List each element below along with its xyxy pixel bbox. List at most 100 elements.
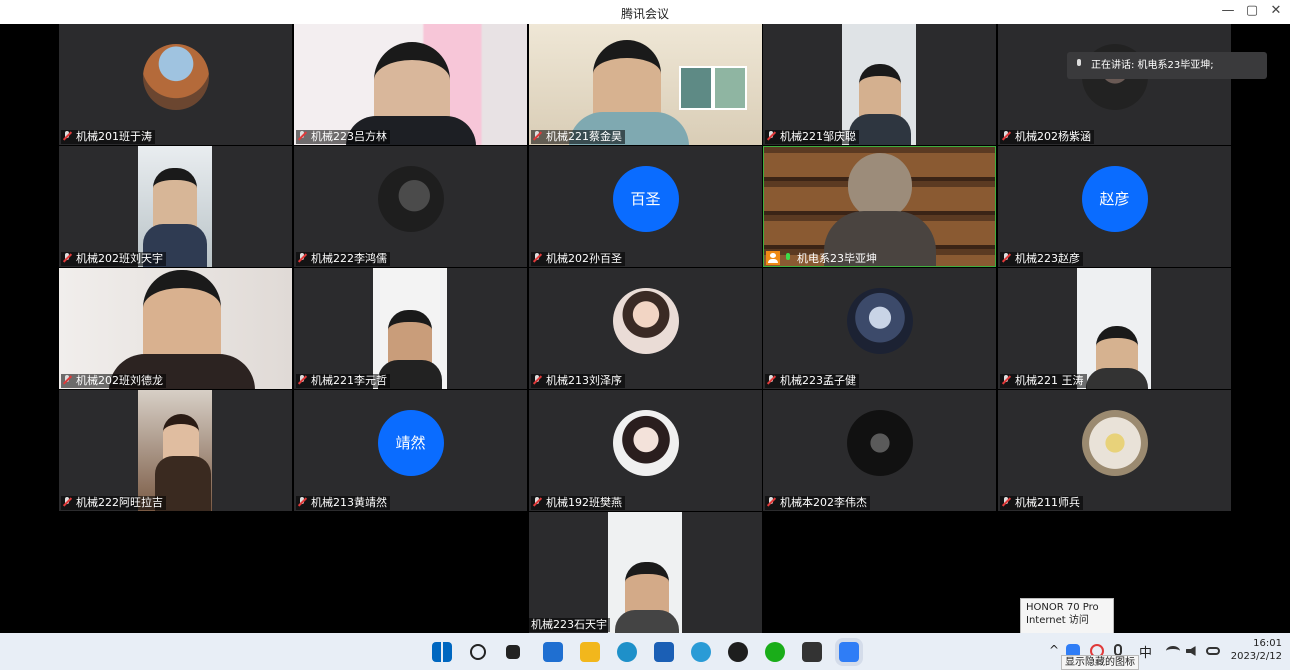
participant-tile[interactable]: 机械223吕方林	[294, 24, 527, 145]
participant-tile[interactable]: 机械202班刘天宇	[59, 146, 292, 267]
participant-avatar: 靖然	[377, 409, 444, 476]
participant-tile[interactable]: 赵彦 机械223赵彦	[998, 146, 1231, 267]
file-explorer-icon[interactable]	[580, 642, 600, 662]
participant-name: 机械202杨紫涵	[1000, 130, 1094, 144]
participant-tile-active-speaker[interactable]: 机电系23毕亚坤	[763, 146, 996, 267]
title-bar: 腾讯会议 — ▢ ✕	[0, 0, 1290, 24]
participant-tile[interactable]: 机械192班樊燕	[529, 390, 762, 511]
participant-tile[interactable]: 机械222阿旺拉吉	[59, 390, 292, 511]
app-icon[interactable]	[802, 642, 822, 662]
participant-avatar: 百圣	[612, 165, 679, 232]
participant-name: 机械202孙百圣	[531, 252, 625, 266]
clock-date: 2023/2/12	[1230, 651, 1282, 662]
network-status: Internet 访问	[1026, 615, 1089, 626]
participant-avatar	[612, 287, 679, 354]
participant-name: 机械202班刘天宇	[61, 252, 166, 266]
wall-picture	[679, 66, 713, 110]
mic-muted-icon	[63, 497, 71, 507]
mic-muted-icon	[298, 131, 306, 141]
video-grid: 机械201班于涛 机械223吕方林 机械221蔡金昊 机械221邹庆聪 机械20…	[0, 24, 1290, 633]
ime-indicator[interactable]: 中	[1139, 642, 1152, 661]
person-head	[848, 153, 912, 219]
search-icon[interactable]	[470, 644, 486, 660]
mic-on-icon	[784, 253, 792, 263]
participant-name: 机械本202李伟杰	[765, 496, 870, 510]
participant-name: 机械223石天宇	[529, 618, 610, 632]
participant-name: 机械222李鸿儒	[296, 252, 390, 266]
speaking-text: 正在讲话: 机电系23毕亚坤;	[1091, 60, 1214, 71]
participant-name: 机械213刘泽序	[531, 374, 625, 388]
participant-name: 机械223吕方林	[296, 130, 390, 144]
tray-tooltip: 显示隐藏的图标	[1061, 655, 1139, 670]
participant-name: 机械223赵彦	[1000, 252, 1083, 266]
browser-icon[interactable]	[691, 642, 711, 662]
volume-icon[interactable]	[1186, 646, 1196, 656]
participant-name: 机械223孟子健	[765, 374, 859, 388]
participant-avatar	[142, 43, 209, 110]
participant-avatar	[377, 165, 444, 232]
tencent-meeting-icon[interactable]	[839, 642, 859, 662]
participant-tile[interactable]: 机械222李鸿儒	[294, 146, 527, 267]
participant-tile[interactable]: 机械221邹庆聪	[763, 24, 996, 145]
mic-muted-icon	[1002, 131, 1010, 141]
battery-icon[interactable]	[1206, 647, 1220, 655]
mic-muted-icon	[533, 497, 541, 507]
close-button[interactable]: ✕	[1266, 3, 1286, 18]
mic-muted-icon	[1002, 253, 1010, 263]
participant-tile[interactable]: 机械202班刘德龙	[59, 268, 292, 389]
participant-name: 机械222阿旺拉吉	[61, 496, 166, 510]
task-view-icon[interactable]	[506, 645, 520, 659]
edge-icon[interactable]	[617, 642, 637, 662]
network-name: HONOR 70 Pro	[1026, 602, 1099, 613]
speaking-indicator: 正在讲话: 机电系23毕亚坤;	[1067, 52, 1267, 79]
participant-tile[interactable]: 机械201班于涛	[59, 24, 292, 145]
clock-time: 16:01	[1253, 638, 1282, 649]
wifi-icon[interactable]	[1166, 646, 1180, 656]
mic-muted-icon	[298, 375, 306, 385]
system-clock[interactable]: 16:01 2023/2/12	[1231, 637, 1282, 663]
participant-name: 机械211师兵	[1000, 496, 1083, 510]
xbox-icon[interactable]	[728, 642, 748, 662]
mic-muted-icon	[767, 497, 775, 507]
participant-tile[interactable]: 机械221 王涛	[998, 268, 1231, 389]
widgets-icon[interactable]	[543, 642, 563, 662]
store-icon[interactable]	[654, 642, 674, 662]
participant-tile[interactable]: 机械211师兵	[998, 390, 1231, 511]
participant-avatar	[846, 409, 913, 476]
wechat-icon[interactable]	[765, 642, 785, 662]
participant-tile[interactable]: 百圣 机械202孙百圣	[529, 146, 762, 267]
show-hidden-icons-chevron[interactable]: ^	[1049, 643, 1059, 657]
mic-icon	[1075, 59, 1083, 69]
participant-tile[interactable]: 机械223石天宇	[529, 512, 762, 633]
mic-muted-icon	[63, 375, 71, 385]
mic-muted-icon	[63, 253, 71, 263]
participant-name: 机电系23毕亚坤	[764, 251, 880, 265]
participant-tile[interactable]: 机械221蔡金昊	[529, 24, 762, 145]
participant-tile[interactable]: 靖然 机械213黄靖然	[294, 390, 527, 511]
maximize-button[interactable]: ▢	[1242, 3, 1262, 18]
participant-tile[interactable]: 机械223孟子健	[763, 268, 996, 389]
participant-avatar	[846, 287, 913, 354]
participant-tile[interactable]: 机械本202李伟杰	[763, 390, 996, 511]
minimize-button[interactable]: —	[1218, 3, 1238, 18]
participant-tile[interactable]: 机械221李元哲	[294, 268, 527, 389]
participant-name: 机械221李元哲	[296, 374, 390, 388]
mic-muted-icon	[767, 375, 775, 385]
mic-muted-icon	[63, 131, 71, 141]
participant-avatar: 赵彦	[1081, 165, 1148, 232]
mic-muted-icon	[1002, 375, 1010, 385]
participant-name: 机械213黄靖然	[296, 496, 390, 510]
mic-muted-icon	[533, 131, 541, 141]
participant-name: 机械192班樊燕	[531, 496, 625, 510]
mic-muted-icon	[767, 131, 775, 141]
participant-avatar	[1081, 409, 1148, 476]
mic-muted-icon	[533, 375, 541, 385]
participant-name: 机械221 王涛	[1000, 374, 1087, 388]
mic-muted-icon	[533, 253, 541, 263]
person-body	[615, 610, 679, 633]
participant-tile[interactable]: 机械202杨紫涵	[998, 24, 1231, 145]
wall-picture	[713, 66, 747, 110]
mic-muted-icon	[298, 253, 306, 263]
participant-tile[interactable]: 机械213刘泽序	[529, 268, 762, 389]
windows-start-icon[interactable]	[432, 642, 452, 662]
